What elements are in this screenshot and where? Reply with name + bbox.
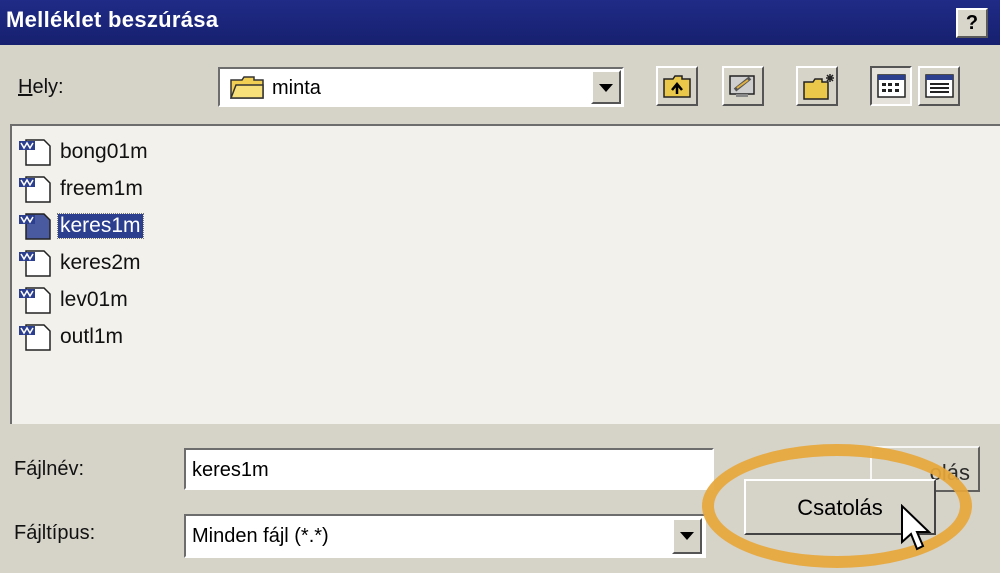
list-view-button[interactable] [870, 66, 912, 106]
document-icon [19, 213, 51, 240]
location-combobox[interactable]: minta [218, 67, 624, 107]
details-view-icon [925, 74, 954, 98]
document-icon [19, 324, 51, 351]
filename-input[interactable]: keres1m [184, 448, 714, 490]
desktop-button[interactable] [722, 66, 764, 106]
title-bar[interactable]: Melléklet beszúrása ? [0, 0, 1000, 45]
mouse-cursor-icon [901, 504, 932, 551]
location-dropdown-button[interactable] [591, 70, 621, 104]
location-label: Hely: [18, 76, 64, 99]
file-name: keres1m [57, 213, 144, 239]
new-folder-button[interactable] [796, 66, 838, 106]
document-icon [19, 139, 51, 166]
filetype-dropdown-button[interactable] [672, 518, 702, 554]
folder-icon [230, 76, 264, 99]
folder-up-icon [663, 75, 691, 98]
file-list[interactable]: bong01m freem1m keres1m keres2m lev01m o… [10, 124, 1000, 424]
new-folder-icon [803, 74, 834, 100]
filename-value: keres1m [192, 459, 269, 481]
location-value: minta [272, 77, 321, 99]
file-name: freem1m [60, 177, 143, 200]
details-view-button[interactable] [918, 66, 960, 106]
file-name: bong01m [60, 140, 148, 163]
file-name: outl1m [60, 325, 124, 348]
help-button[interactable]: ? [956, 8, 988, 38]
attach-file-dialog: Melléklet beszúrása ? Hely: minta bong01… [0, 0, 1000, 573]
list-view-icon [877, 74, 906, 98]
up-one-level-button[interactable] [656, 66, 698, 106]
desktop-icon [729, 75, 755, 97]
filetype-value: Minden fájl (*.*) [192, 525, 329, 547]
location-label-accel: H [18, 76, 33, 98]
dialog-title: Melléklet beszúrása [6, 7, 219, 32]
file-name: lev01m [60, 288, 128, 311]
document-icon [19, 287, 51, 314]
file-name: keres2m [60, 251, 141, 274]
document-icon [19, 176, 51, 203]
document-icon [19, 250, 51, 277]
filename-label: Fájlnév: [14, 458, 85, 480]
filetype-select[interactable]: Minden fájl (*.*) [184, 514, 706, 558]
filetype-label: Fájltípus: [14, 522, 96, 544]
location-label-text: ely: [32, 76, 64, 98]
